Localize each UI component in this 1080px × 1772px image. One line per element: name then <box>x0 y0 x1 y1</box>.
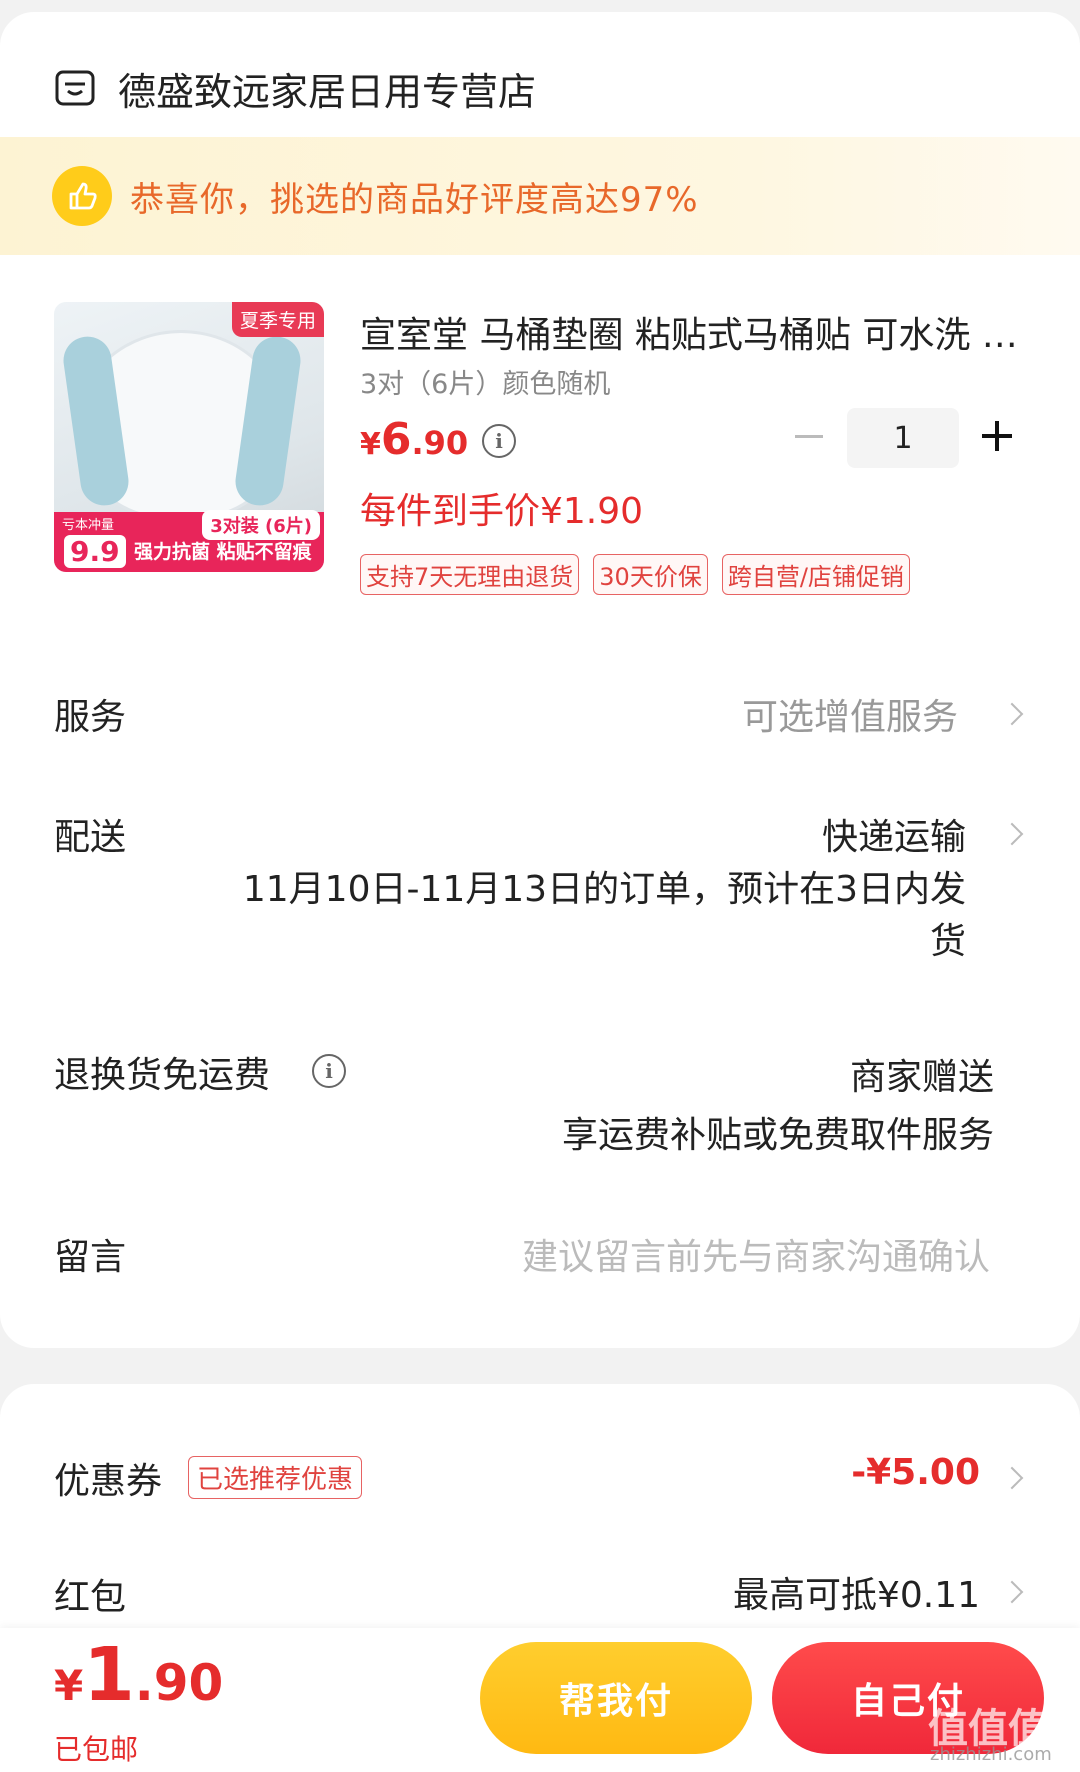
store-icon <box>55 70 95 106</box>
image-pack-label: 3对装 (6片) <box>202 510 320 540</box>
store-name[interactable]: 德盛致远家居日用专营店 <box>118 61 536 116</box>
tag-return: 支持7天无理由退货 <box>360 554 580 595</box>
total-currency: ¥ <box>54 1661 84 1710</box>
watermark-url: zhizhizhi.com <box>930 1744 1052 1765</box>
message-input[interactable]: 建议留言前先与商家沟通确认 <box>522 1228 990 1280</box>
service-label: 服务 <box>54 697 127 738</box>
tag-price-protect: 30天价保 <box>593 554 708 595</box>
quantity-plus-button[interactable] <box>974 414 1018 458</box>
price-decimal: .90 <box>411 424 469 462</box>
order-card: 德盛致远家居日用专营店 恭喜你，挑选的商品好评度高达97% 夏季专用 亏本冲量 … <box>0 12 1080 1348</box>
quantity-minus-button[interactable] <box>787 414 831 458</box>
total-decimal: .90 <box>134 1654 224 1712</box>
redpacket-label: 红包 <box>54 1577 127 1618</box>
rating-banner: 恭喜你，挑选的商品好评度高达97% <box>0 137 1080 255</box>
tag-promo: 跨自营/店铺促销 <box>721 554 910 595</box>
product-spec[interactable]: 3对（6片）颜色随机 <box>360 362 610 401</box>
store-header[interactable]: 德盛致远家居日用专营店 <box>54 56 536 120</box>
service-value[interactable]: 可选增值服务 <box>742 688 958 740</box>
final-unit-price: 每件到手价¥1.90 <box>360 491 644 532</box>
image-price-label: 9.9 <box>64 535 126 568</box>
thumbs-up-icon <box>52 166 112 226</box>
return-info-icon[interactable]: i <box>312 1054 346 1088</box>
delivery-chevron-icon[interactable] <box>1004 822 1020 850</box>
return-note: 享运费补贴或免费取件服务 <box>561 1115 994 1156</box>
return-label: 退换货免运费 <box>54 1055 271 1096</box>
total-integer: 1 <box>83 1632 135 1718</box>
delivery-note: 11月10日-11月13日的订单，预计在3日内发货 <box>242 869 966 962</box>
service-chevron-icon[interactable] <box>1004 702 1020 730</box>
coupon-chip: 已选推荐优惠 <box>188 1456 363 1499</box>
delivery-value[interactable]: 快递运输 <box>822 808 966 860</box>
coupon-label: 优惠券 <box>54 1461 163 1502</box>
redpacket-chevron-icon[interactable] <box>1004 1580 1020 1608</box>
redpacket-value[interactable]: 最高可抵¥0.11 <box>733 1566 980 1618</box>
coupon-chevron-icon[interactable] <box>1004 1466 1020 1494</box>
coupon-value[interactable]: -¥5.00 <box>851 1452 980 1493</box>
price-currency: ¥ <box>360 427 381 462</box>
shipping-status: 已包邮 <box>54 1733 139 1766</box>
product-item: 夏季专用 亏本冲量 3对装 (6片) 9.9 强力抗菌 粘贴不留痕 宣室堂 马桶… <box>54 302 1054 642</box>
rating-text: 恭喜你，挑选的商品好评度高达97% <box>130 179 699 220</box>
image-slogan: 强力抗菌 粘贴不留痕 <box>134 541 312 563</box>
delivery-label: 配送 <box>54 817 127 858</box>
checkout-bar: ¥ 1 .90 已包邮 帮我付 自己付 <box>0 1628 1080 1772</box>
help-pay-button[interactable]: 帮我付 <box>480 1642 752 1754</box>
product-title[interactable]: 宣室堂 马桶垫圈 粘贴式马桶贴 可水洗 加厚 <box>360 306 1020 358</box>
product-price: ¥ 6 .90 <box>360 414 468 465</box>
image-tag-summer: 夏季专用 <box>231 302 324 337</box>
message-label: 留言 <box>54 1237 127 1278</box>
total-price: ¥ 1 .90 <box>54 1632 223 1718</box>
price-integer: 6 <box>380 414 412 465</box>
return-value: 商家赠送 <box>849 1057 994 1098</box>
quantity-input[interactable]: 1 <box>847 408 959 468</box>
product-tags: 支持7天无理由退货 30天价保 跨自营/店铺促销 <box>360 554 910 595</box>
price-info-icon[interactable]: i <box>482 424 516 458</box>
product-image[interactable]: 夏季专用 亏本冲量 3对装 (6片) 9.9 强力抗菌 粘贴不留痕 <box>54 302 324 572</box>
image-small-label: 亏本冲量 <box>58 513 119 534</box>
